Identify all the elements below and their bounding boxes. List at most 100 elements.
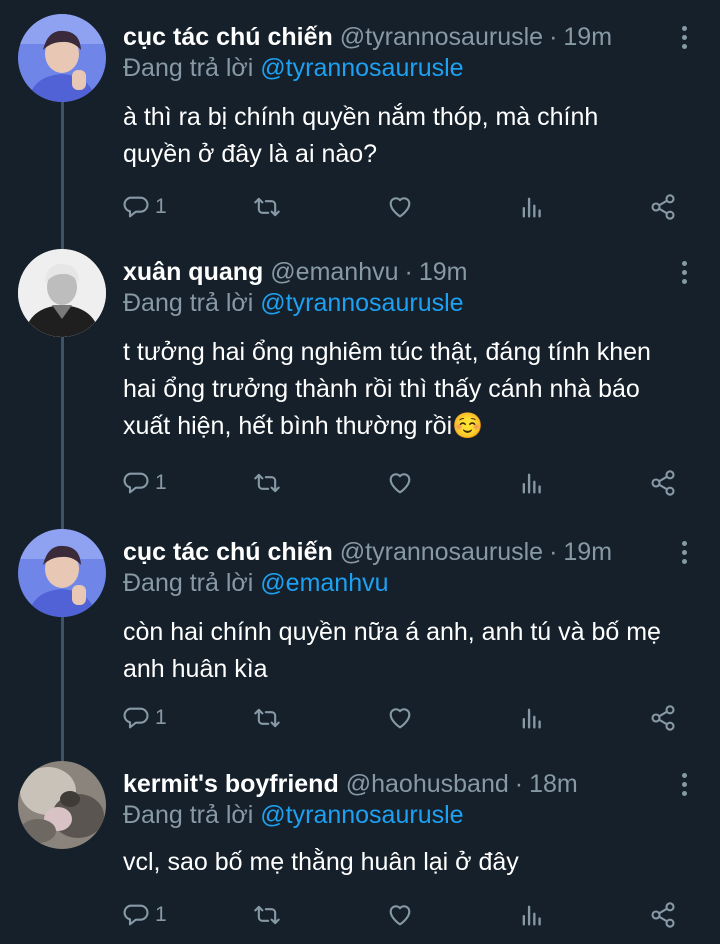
like-icon	[389, 197, 411, 218]
reply-button[interactable]: 1	[123, 193, 167, 221]
like-button[interactable]	[386, 901, 414, 929]
replying-to-label: Đang trả lời	[123, 289, 254, 317]
tweet-text: còn hai chính quyền nữa á anh, anh tú và…	[123, 614, 690, 688]
timestamp[interactable]: 18m	[529, 769, 578, 799]
thread-line	[61, 515, 64, 529]
retweet-icon	[254, 905, 280, 925]
replying-to: Đang trả lời @tyrannosaurusle	[123, 288, 690, 318]
like-icon	[389, 708, 411, 729]
user-handle[interactable]: @tyrannosaurusle	[340, 22, 543, 52]
retweet-button[interactable]	[253, 469, 281, 497]
share-button[interactable]	[649, 469, 677, 497]
more-icon[interactable]	[674, 257, 694, 287]
replying-to-label: Đang trả lời	[123, 801, 254, 829]
avatar[interactable]	[18, 529, 106, 617]
replying-to-handle[interactable]: @tyrannosaurusle	[260, 289, 463, 317]
user-handle[interactable]: @haohusband	[346, 769, 509, 799]
retweet-button[interactable]	[253, 193, 281, 221]
more-icon[interactable]	[674, 22, 694, 52]
replying-to-label: Đang trả lời	[123, 569, 254, 597]
share-button[interactable]	[649, 193, 677, 221]
reply-button[interactable]: 1	[123, 704, 167, 732]
display-name[interactable]: kermit's boyfriend	[123, 769, 339, 799]
timestamp[interactable]: 19m	[563, 22, 612, 52]
user-handle[interactable]: @emanhvu	[270, 257, 398, 287]
reply-count: 1	[155, 471, 167, 494]
like-button[interactable]	[386, 704, 414, 732]
replying-to-handle[interactable]: @tyrannosaurusle	[260, 801, 463, 829]
tweet-text-line: t tưởng hai ổng nghiêm túc thật, đáng tí…	[123, 338, 651, 366]
analytics-button[interactable]	[518, 469, 546, 497]
action-bar: 1	[123, 899, 683, 931]
analytics-button[interactable]	[518, 704, 546, 732]
avatar[interactable]	[18, 249, 106, 337]
tweet[interactable]: kermit's boyfriend @haohusband · 18m Đan…	[0, 751, 720, 944]
analytics-button[interactable]	[518, 901, 546, 929]
reply-button[interactable]: 1	[123, 901, 167, 929]
share-button[interactable]	[649, 704, 677, 732]
display-name[interactable]: cục tác chú chiến	[123, 537, 333, 567]
action-bar: 1	[123, 702, 683, 734]
display-name[interactable]: cục tác chú chiến	[123, 22, 333, 52]
retweet-icon	[254, 708, 280, 728]
analytics-icon	[522, 905, 541, 926]
tweet-text-line: còn hai chính quyền nữa á anh, anh tú và…	[123, 618, 661, 646]
separator-dot: ·	[404, 258, 413, 286]
action-bar: 1	[123, 467, 683, 499]
share-icon	[651, 470, 675, 496]
tweet[interactable]: cục tác chú chiến @tyrannosaurusle · 19m…	[0, 515, 720, 751]
thread-line	[61, 100, 64, 235]
display-name[interactable]: xuân quang	[123, 257, 263, 287]
reply-icon	[123, 904, 149, 926]
replying-to: Đang trả lời @tyrannosaurusle	[123, 800, 690, 830]
action-bar: 1	[123, 191, 683, 223]
more-icon[interactable]	[674, 537, 694, 567]
tweet-text: t tưởng hai ổng nghiêm túc thật, đáng tí…	[123, 334, 690, 445]
tweet-text: à thì ra bị chính quyền nắm thóp, mà chí…	[123, 99, 690, 173]
tweet-text: vcl, sao bố mẹ thằng huân lại ở đây	[123, 844, 690, 881]
tweet[interactable]: xuân quang @emanhvu · 19m Đang trả lời @…	[0, 235, 720, 515]
like-icon	[389, 905, 411, 926]
reply-icon	[123, 472, 149, 494]
more-icon[interactable]	[674, 769, 694, 799]
reply-icon	[123, 196, 149, 218]
replying-to: Đang trả lời @emanhvu	[123, 568, 690, 598]
analytics-icon	[522, 197, 541, 218]
tweet-text-line: quyền ở đây là ai nào?	[123, 140, 378, 168]
tweet-text-line: hai ổng trưởng thành rồi thì thấy cánh n…	[123, 375, 640, 403]
analytics-button[interactable]	[518, 193, 546, 221]
retweet-icon	[254, 197, 280, 217]
separator-dot: ·	[549, 23, 558, 51]
share-icon	[651, 902, 675, 928]
separator-dot: ·	[514, 770, 524, 798]
like-button[interactable]	[386, 193, 414, 221]
tweet-text-line: à thì ra bị chính quyền nắm thóp, mà chí…	[123, 103, 599, 131]
avatar[interactable]	[18, 14, 106, 102]
replying-to-handle[interactable]: @emanhvu	[260, 569, 388, 597]
replying-to-handle[interactable]: @tyrannosaurusle	[260, 54, 463, 82]
tweet-text-line: vcl, sao bố mẹ thằng huân lại ở đây	[123, 848, 519, 876]
analytics-icon	[522, 708, 541, 729]
reply-count: 1	[155, 903, 167, 926]
share-icon	[651, 194, 675, 220]
timestamp[interactable]: 19m	[563, 537, 612, 567]
like-button[interactable]	[386, 469, 414, 497]
tweet-text-line: anh huân kìa	[123, 655, 268, 683]
retweet-button[interactable]	[253, 704, 281, 732]
like-icon	[389, 473, 411, 494]
separator-dot: ·	[549, 538, 558, 566]
user-handle[interactable]: @tyrannosaurusle	[340, 537, 543, 567]
retweet-button[interactable]	[253, 901, 281, 929]
replying-to: Đang trả lời @tyrannosaurusle	[123, 53, 690, 83]
reply-button[interactable]: 1	[123, 469, 167, 497]
avatar[interactable]	[18, 761, 106, 849]
thread-line	[61, 615, 64, 751]
retweet-icon	[254, 473, 280, 493]
analytics-icon	[522, 473, 541, 494]
tweet-text-line: xuất hiện, hết bình thường rồi☺️	[123, 412, 484, 440]
thread-line	[61, 335, 64, 515]
tweet[interactable]: cục tác chú chiến @tyrannosaurusle · 19m…	[0, 0, 720, 235]
timestamp[interactable]: 19m	[419, 257, 468, 287]
share-icon	[651, 705, 675, 731]
share-button[interactable]	[649, 901, 677, 929]
